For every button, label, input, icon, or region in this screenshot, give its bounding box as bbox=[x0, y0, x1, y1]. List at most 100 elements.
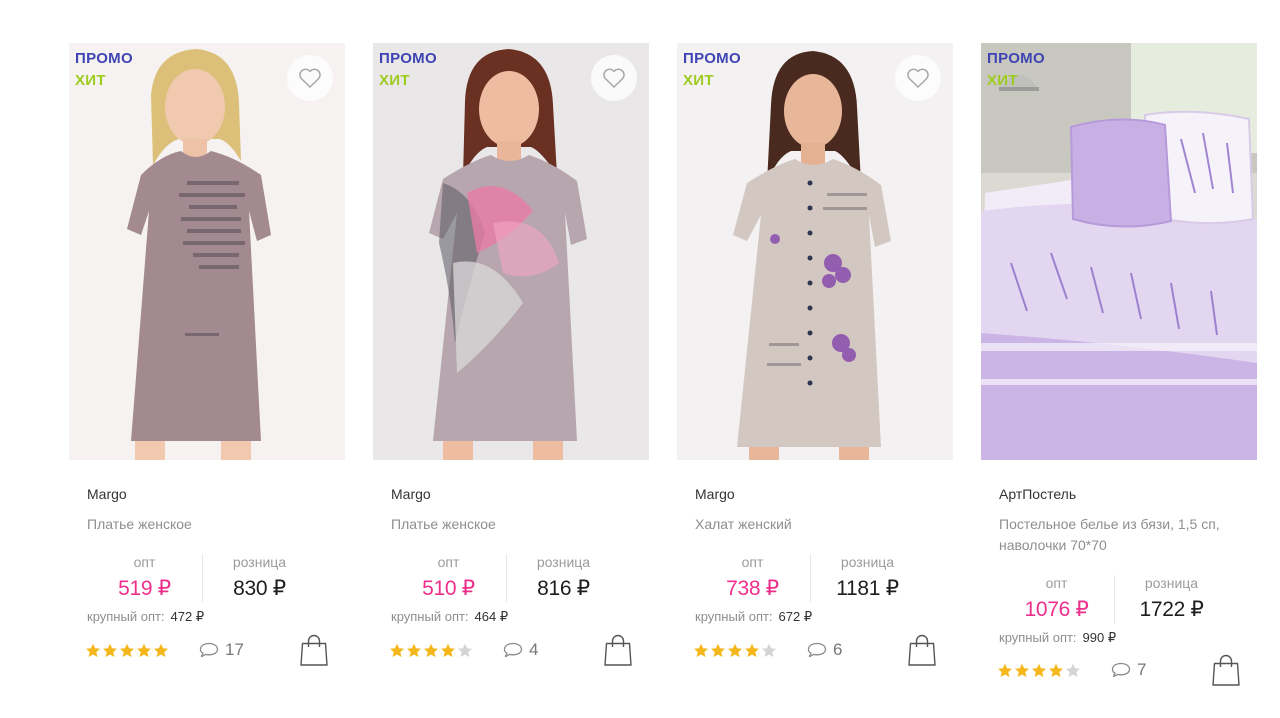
hit-badge: ХИТ bbox=[75, 72, 106, 89]
star-icon bbox=[120, 643, 134, 657]
add-to-cart-button[interactable] bbox=[299, 633, 329, 667]
favorite-button[interactable] bbox=[895, 55, 941, 101]
product-brand[interactable]: Margo bbox=[695, 485, 945, 505]
shopping-bag-icon bbox=[1212, 654, 1240, 686]
bedding-photo bbox=[981, 43, 1257, 460]
favorite-button[interactable] bbox=[591, 55, 637, 101]
star-icon bbox=[137, 643, 151, 657]
add-to-cart-button[interactable] bbox=[907, 633, 937, 667]
star-icon bbox=[390, 643, 404, 657]
rating-stars bbox=[85, 643, 169, 659]
product-card[interactable]: ПРОМО ХИТ Margo Платье женское опт 510 ₽… bbox=[373, 43, 649, 703]
retail-price: 1722 ₽ bbox=[1139, 598, 1204, 621]
star-icon bbox=[745, 643, 759, 657]
comments-link[interactable]: 7 bbox=[1111, 659, 1146, 681]
product-info: Margo Платье женское bbox=[87, 485, 337, 535]
price-block: опт 738 ₽ розница 1181 ₽ bbox=[695, 554, 925, 602]
opt-price: 519 ₽ bbox=[118, 577, 171, 600]
bulk-price: 472 ₽ bbox=[170, 609, 205, 624]
opt-price: 510 ₽ bbox=[422, 577, 475, 600]
comments-link[interactable]: 17 bbox=[199, 639, 244, 661]
comments-count: 7 bbox=[1137, 660, 1147, 679]
price-block: опт 510 ₽ розница 816 ₽ bbox=[391, 554, 621, 602]
product-brand[interactable]: Margo bbox=[391, 485, 641, 505]
product-name[interactable]: Платье женское bbox=[391, 514, 641, 535]
product-brand[interactable]: АртПостель bbox=[999, 485, 1249, 505]
star-icon bbox=[86, 643, 100, 657]
product-card[interactable]: ПРОМО ХИТ Margo Платье женское опт 519 ₽… bbox=[69, 43, 345, 703]
bulk-price-row: крупный опт: 672 ₽ bbox=[695, 609, 812, 625]
card-footer: 4 bbox=[389, 633, 633, 669]
heart-icon bbox=[299, 68, 321, 88]
dress-photo bbox=[677, 43, 953, 460]
promo-badge: ПРОМО bbox=[75, 50, 133, 67]
product-image[interactable] bbox=[677, 43, 953, 460]
add-to-cart-button[interactable] bbox=[1211, 653, 1241, 687]
promo-badge: ПРОМО bbox=[683, 50, 741, 67]
speech-bubble-icon bbox=[503, 642, 523, 658]
product-name[interactable]: Постельное белье из бязи, 1,5 сп, наволо… bbox=[999, 514, 1249, 556]
retail-price-label: розница bbox=[840, 554, 895, 570]
opt-price: 738 ₽ bbox=[726, 577, 779, 600]
opt-price: 1076 ₽ bbox=[1024, 598, 1089, 621]
star-icon bbox=[728, 643, 742, 657]
speech-bubble-icon bbox=[807, 642, 827, 658]
bulk-price-label: крупный опт: bbox=[695, 609, 773, 624]
comments-link[interactable]: 4 bbox=[503, 639, 538, 661]
bulk-price: 990 ₽ bbox=[1082, 630, 1117, 645]
retail-price: 816 ₽ bbox=[537, 577, 590, 600]
product-image[interactable] bbox=[373, 43, 649, 460]
hit-badge: ХИТ bbox=[683, 72, 714, 89]
rating-stars bbox=[997, 663, 1081, 679]
product-image[interactable] bbox=[981, 43, 1257, 460]
opt-price-label: опт bbox=[437, 554, 460, 570]
price-block: опт 519 ₽ розница 830 ₽ bbox=[87, 554, 317, 602]
price-block: опт 1076 ₽ розница 1722 ₽ bbox=[999, 575, 1229, 623]
bulk-price-row: крупный опт: 464 ₽ bbox=[391, 609, 508, 625]
retail-price-label: розница bbox=[536, 554, 591, 570]
retail-price: 830 ₽ bbox=[233, 577, 286, 600]
star-icon bbox=[103, 643, 117, 657]
rating-stars bbox=[693, 643, 777, 659]
retail-price-label: розница bbox=[232, 554, 287, 570]
retail-price-label: розница bbox=[1144, 575, 1199, 591]
promo-badge: ПРОМО bbox=[379, 50, 437, 67]
product-image[interactable] bbox=[69, 43, 345, 460]
opt-price-label: опт bbox=[741, 554, 764, 570]
product-card[interactable]: ПРОМО ХИТ АртПостель Постельное белье из… bbox=[981, 43, 1257, 703]
star-icon bbox=[458, 643, 472, 657]
product-name[interactable]: Платье женское bbox=[87, 514, 337, 535]
bulk-price: 464 ₽ bbox=[474, 609, 509, 624]
star-icon bbox=[154, 643, 168, 657]
promo-badge: ПРОМО bbox=[987, 50, 1045, 67]
hit-badge: ХИТ bbox=[379, 72, 410, 89]
speech-bubble-icon bbox=[1111, 662, 1131, 678]
bulk-price-row: крупный опт: 990 ₽ bbox=[999, 630, 1116, 646]
card-footer: 6 bbox=[693, 633, 937, 669]
star-icon bbox=[998, 663, 1012, 677]
product-brand[interactable]: Margo bbox=[87, 485, 337, 505]
product-card[interactable]: ПРОМО ХИТ Margo Халат женский опт 738 ₽ … bbox=[677, 43, 953, 703]
product-grid: ПРОМО ХИТ Margo Платье женское опт 519 ₽… bbox=[69, 43, 1259, 703]
comments-count: 6 bbox=[833, 640, 843, 659]
heart-icon bbox=[907, 68, 929, 88]
opt-price-label: опт bbox=[1045, 575, 1068, 591]
favorite-button[interactable] bbox=[287, 55, 333, 101]
star-icon bbox=[1049, 663, 1063, 677]
bulk-price: 672 ₽ bbox=[778, 609, 813, 624]
product-info: Margo Платье женское bbox=[391, 485, 641, 535]
product-info: АртПостель Постельное белье из бязи, 1,5… bbox=[999, 485, 1249, 556]
star-icon bbox=[762, 643, 776, 657]
add-to-cart-button[interactable] bbox=[603, 633, 633, 667]
star-icon bbox=[1015, 663, 1029, 677]
bulk-price-label: крупный опт: bbox=[391, 609, 469, 624]
star-icon bbox=[694, 643, 708, 657]
star-icon bbox=[1066, 663, 1080, 677]
comments-link[interactable]: 6 bbox=[807, 639, 842, 661]
star-icon bbox=[407, 643, 421, 657]
product-name[interactable]: Халат женский bbox=[695, 514, 945, 535]
shopping-bag-icon bbox=[300, 634, 328, 666]
dress-photo bbox=[373, 43, 649, 460]
comments-count: 4 bbox=[529, 640, 539, 659]
star-icon bbox=[711, 643, 725, 657]
